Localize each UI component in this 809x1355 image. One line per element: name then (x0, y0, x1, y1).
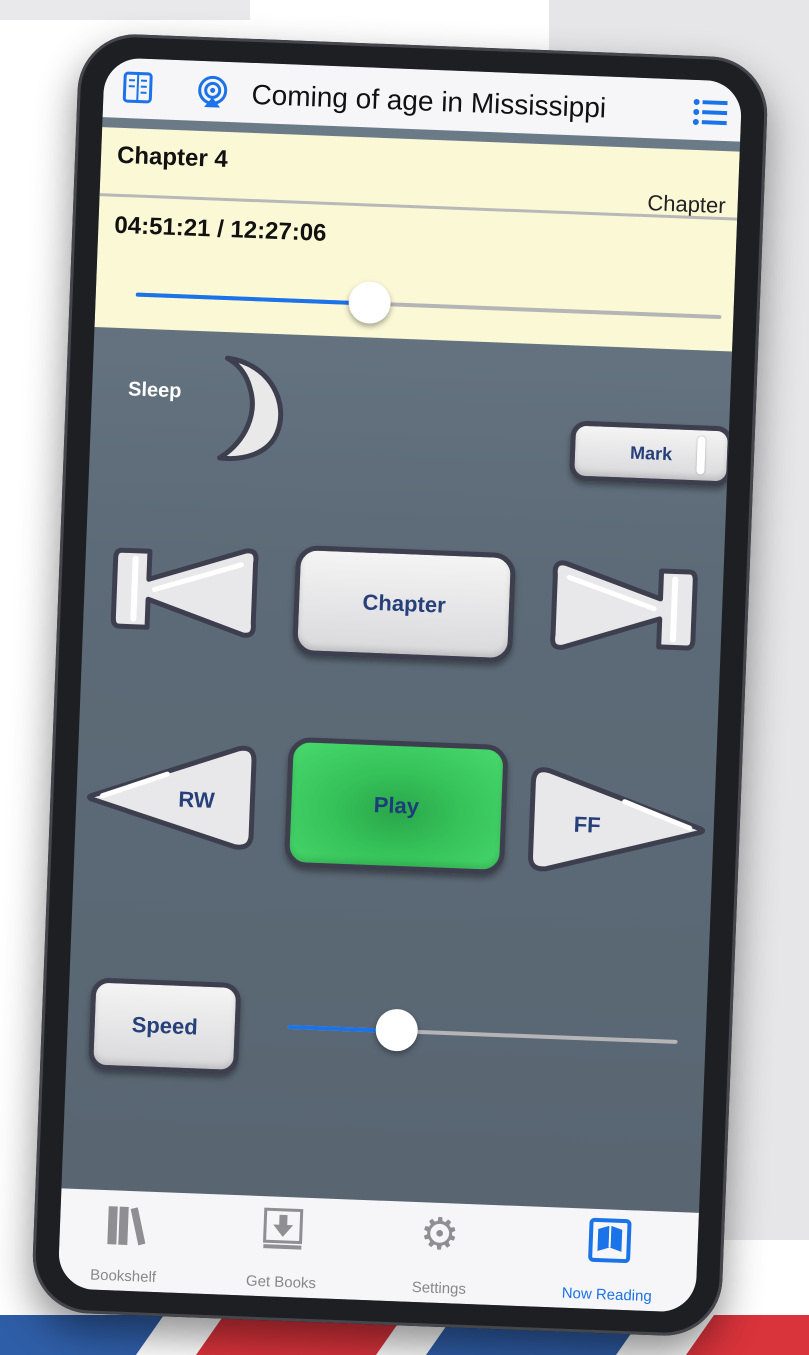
chapter-button[interactable]: Chapter (292, 544, 517, 664)
fast-forward-button[interactable]: FF (524, 764, 708, 881)
progress-slider[interactable] (135, 280, 722, 325)
tab-get-books-label: Get Books (245, 1272, 317, 1293)
list-icon[interactable] (692, 98, 728, 132)
time-readout: 04:51:21 / 12:27:06 (113, 211, 327, 247)
tab-settings[interactable]: ⚙ Settings (373, 1201, 507, 1306)
tab-now-reading[interactable]: Now Reading (541, 1207, 675, 1312)
tab-get-books[interactable]: Get Books (215, 1194, 349, 1299)
tab-bookshelf-label: Bookshelf (89, 1266, 157, 1287)
open-book-icon (587, 1217, 633, 1270)
play-button-label: Play (373, 792, 420, 819)
progress-fill (135, 292, 371, 306)
tab-settings-label: Settings (411, 1278, 467, 1298)
speed-button-label: Speed (131, 1011, 199, 1040)
tab-now-reading-label: Now Reading (561, 1284, 653, 1306)
mark-button-label: Mark (629, 442, 673, 464)
fast-forward-label: FF (573, 811, 602, 838)
next-chapter-icon[interactable] (546, 555, 700, 666)
speed-button[interactable]: Speed (88, 977, 242, 1076)
mark-button[interactable]: Mark (568, 420, 734, 487)
chapter-button-label: Chapter (362, 589, 447, 618)
bookshelf-icon (105, 1202, 147, 1252)
player-screen: Coming of age in Mississippi Chapter 4 C… (57, 57, 743, 1313)
speed-knob[interactable] (375, 1008, 419, 1052)
previous-chapter-icon[interactable] (108, 538, 262, 649)
sleep-label: Sleep (127, 378, 182, 403)
rewind-button[interactable]: RW (85, 737, 259, 853)
book-title: Coming of age in Mississippi (250, 78, 607, 124)
play-button[interactable]: Play (283, 736, 509, 876)
chapter-name: Chapter 4 (116, 141, 229, 173)
book-icon[interactable] (121, 70, 154, 110)
rewind-label: RW (177, 786, 216, 813)
chapter-info-panel: Chapter 4 Chapter 04:51:21 / 12:27:06 (94, 127, 740, 352)
mark-divider (696, 436, 706, 475)
tab-bookshelf[interactable]: Bookshelf (58, 1188, 192, 1293)
speed-slider[interactable] (287, 1008, 678, 1052)
gear-icon: ⚙ (419, 1209, 461, 1260)
airplay-icon[interactable] (195, 75, 230, 115)
moon-icon[interactable] (209, 352, 293, 472)
progress-knob[interactable] (348, 280, 392, 325)
phone-device: Coming of age in Mississippi Chapter 4 C… (30, 32, 770, 1338)
background-panel-top (0, 0, 250, 20)
download-icon (261, 1206, 305, 1257)
